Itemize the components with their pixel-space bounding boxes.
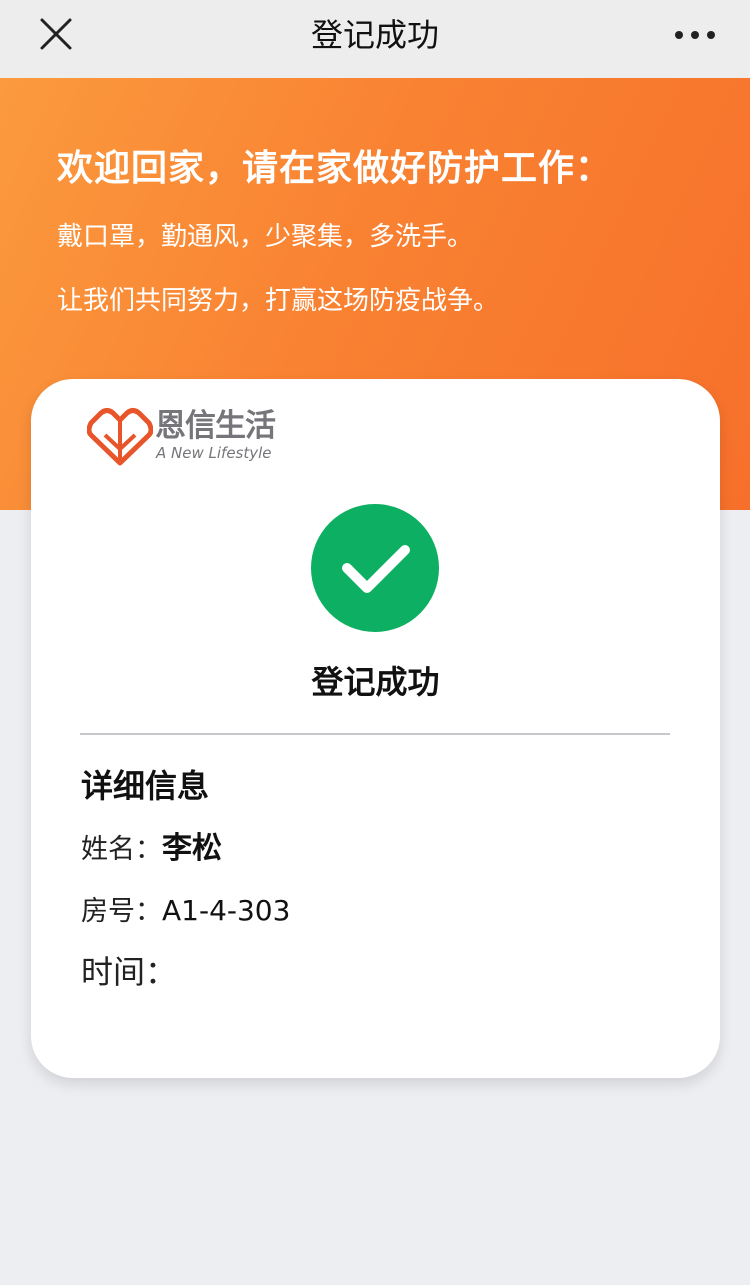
status-text: 登记成功 xyxy=(311,663,440,701)
navigation-bar: 登记成功 xyxy=(0,0,750,78)
banner-slogan: 让我们共同努力，打赢这场防疫战争。 xyxy=(57,286,500,316)
check-circle-icon xyxy=(311,504,439,632)
registration-card: 恩信生活 A New Lifestyle 登记成功 详细信息 姓名：李松 房号：… xyxy=(31,379,720,1078)
name-label: 姓名： xyxy=(81,834,162,865)
brand-logo: 恩信生活 A New Lifestyle xyxy=(87,405,277,469)
page-title: 登记成功 xyxy=(310,16,439,54)
time-label: 时间： xyxy=(81,953,178,991)
name-row: 姓名：李松 xyxy=(81,830,222,872)
brand-name: 恩信生活 xyxy=(155,408,276,444)
room-label: 房号： xyxy=(81,896,162,927)
details-heading: 详细信息 xyxy=(81,767,210,805)
brand-tagline: A New Lifestyle xyxy=(156,444,272,462)
brand-logo-icon xyxy=(87,408,153,466)
room-value: A1-4-303 xyxy=(162,894,291,927)
more-options-button[interactable] xyxy=(672,20,718,50)
name-value: 李松 xyxy=(162,831,222,866)
time-row: 时间： xyxy=(81,953,177,997)
divider xyxy=(80,733,670,735)
more-horizontal-icon xyxy=(675,31,715,39)
banner-headline: 欢迎回家，请在家做好防护工作： xyxy=(57,148,613,189)
room-row: 房号：A1-4-303 xyxy=(81,892,290,934)
banner-tips: 戴口罩，勤通风，少聚集，多洗手。 xyxy=(57,222,474,252)
